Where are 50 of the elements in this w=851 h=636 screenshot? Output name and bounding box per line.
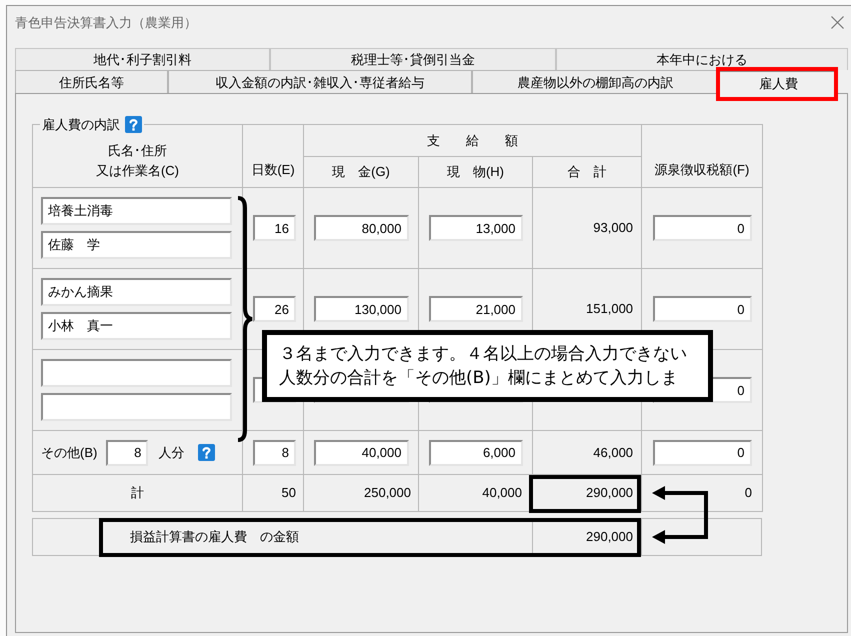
help-icon[interactable] — [125, 116, 142, 134]
row-label: 計 — [32, 474, 242, 512]
withholding-field[interactable]: 0 — [652, 440, 752, 466]
table-cell: 250,000 — [304, 474, 418, 512]
withholding-field[interactable]: 0 — [652, 296, 752, 322]
days-field[interactable]: 8 — [253, 440, 296, 466]
name-field[interactable]: 小林 真一 — [41, 312, 232, 340]
in-kind-field[interactable]: 6,000 — [428, 440, 522, 466]
tab[interactable]: 収入金額の内訳･雑収入･専従者給与 — [168, 70, 472, 93]
cash-field[interactable]: 80,000 — [314, 215, 408, 241]
column-header: 現 物(H) — [418, 156, 532, 188]
days-field[interactable]: 16 — [253, 215, 296, 241]
table-cell: 151,000 — [586, 301, 634, 316]
unit-label: 人分 — [158, 444, 184, 462]
table-cell: 290,000 — [533, 519, 642, 555]
column-header: 源泉徴収税額(F) — [642, 124, 763, 188]
tab[interactable]: 本年中における — [556, 48, 848, 70]
table-cell: 50 — [242, 474, 304, 512]
tab[interactable]: 地代･利子割引料 — [15, 48, 270, 70]
column-header: 日数(E) — [242, 124, 304, 188]
column-header: 支 給 額 — [304, 124, 642, 156]
name-field[interactable] — [41, 393, 232, 421]
group-title: 雇人費の内訳 — [42, 116, 120, 134]
count-field[interactable]: 8 — [106, 440, 148, 466]
column-header: 現 金(G) — [304, 156, 418, 188]
days-field[interactable]: 26 — [253, 296, 296, 322]
help-icon[interactable] — [198, 444, 216, 461]
name-field[interactable] — [41, 359, 232, 387]
table-cell: 93,000 — [593, 220, 634, 236]
cash-field[interactable]: 40,000 — [314, 440, 408, 466]
tab[interactable]: 住所氏名等 — [15, 70, 168, 93]
note-tooltip: ３名まで入力できます。４名以上の場合入力できない人数分の合計を「その他(B)」欄にまとめて入力しま — [262, 330, 713, 402]
name-field[interactable]: 培養土消毒 — [41, 197, 232, 225]
close-icon — [830, 16, 844, 29]
tab[interactable]: 税理士等･貸倒引当金 — [270, 48, 556, 70]
bracket-arrow — [652, 484, 710, 546]
name-field[interactable]: 佐藤 学 — [41, 231, 232, 259]
column-header: 又は作業名(C) — [96, 162, 180, 180]
close-button[interactable] — [829, 14, 845, 30]
table-cell: 46,000 — [593, 444, 634, 460]
column-header: 氏名･住所 — [108, 142, 167, 160]
in-kind-field[interactable]: 21,000 — [428, 296, 522, 322]
tab[interactable]: 農産物以外の棚卸高の内訳 — [472, 70, 719, 93]
row-label: 損益計算書の雇人費 の金額 — [33, 519, 533, 555]
withholding-field[interactable]: 0 — [652, 215, 752, 241]
window-title: 青色申告決算書入力（農業用） — [15, 14, 197, 32]
row-label: その他(B) — [41, 444, 98, 462]
name-field[interactable]: みかん摘果 — [41, 278, 232, 306]
cash-field[interactable]: 130,000 — [314, 296, 408, 322]
in-kind-field[interactable]: 13,000 — [428, 215, 522, 241]
